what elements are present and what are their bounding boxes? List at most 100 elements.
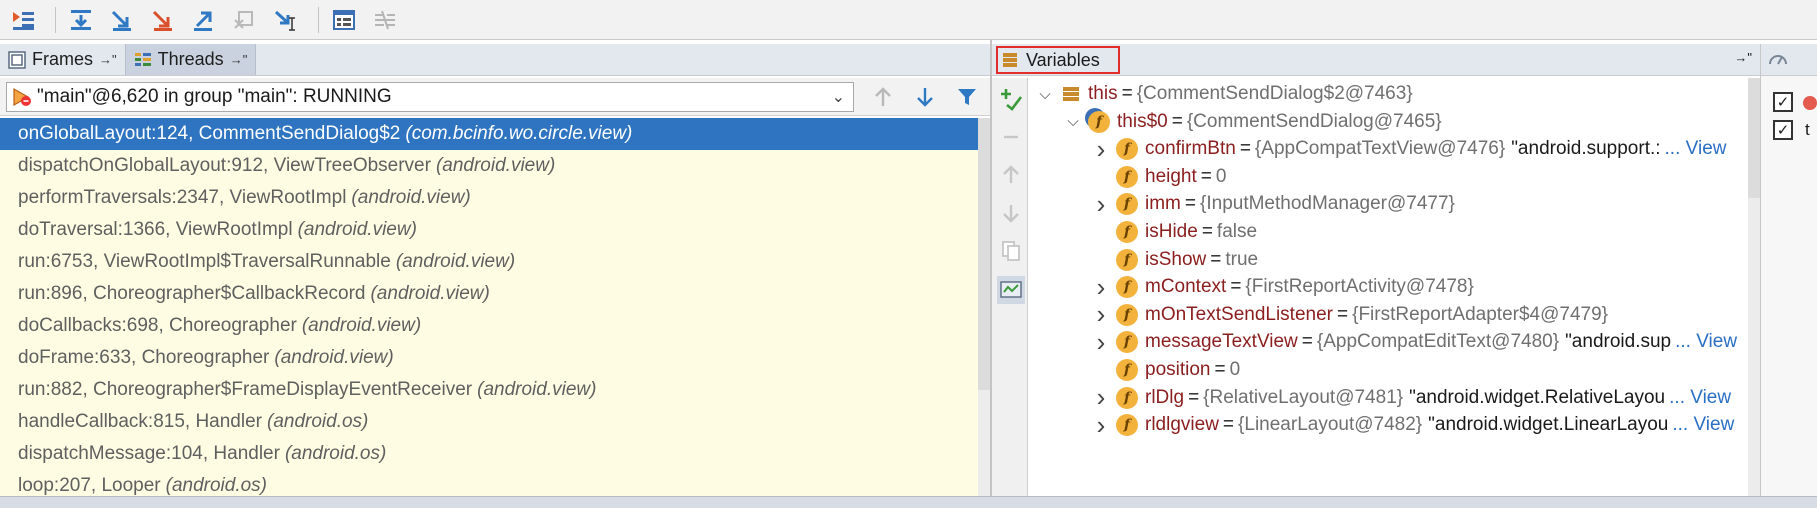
stack-frame-row[interactable]: handleCallback:815, Handler (android.os) xyxy=(0,406,978,438)
variable-value: {CommentSendDialog$2@7463} xyxy=(1136,83,1413,104)
chevron-right-icon[interactable]: › xyxy=(1090,410,1112,441)
variable-equals: = xyxy=(1121,83,1133,104)
tab-frames-pin[interactable]: →" xyxy=(99,52,117,67)
stack-frame-row[interactable]: doFrame:633, Choreographer (android.view) xyxy=(0,342,978,374)
copy-icon[interactable] xyxy=(998,238,1024,264)
thread-selector[interactable]: "main"@6,620 in group "main": RUNNING ⌄ xyxy=(6,82,854,112)
variable-string: "android.widget.RelativeLayou xyxy=(1409,386,1666,408)
field-icon: f xyxy=(1116,193,1138,216)
variable-value: 0 xyxy=(1215,165,1227,187)
gauge-icon[interactable] xyxy=(1767,49,1789,71)
variable-equals: = xyxy=(1188,386,1200,408)
variable-value: {InputMethodManager@7477} xyxy=(1200,193,1455,215)
variable-equals: = xyxy=(1239,138,1251,160)
stack-frame-row[interactable]: run:896, Choreographer$CallbackRecord (an… xyxy=(0,278,978,310)
stack-frame-method: doTraversal:1366, ViewRootImpl xyxy=(18,219,293,240)
breakpoint-checkbox[interactable]: ✓ xyxy=(1773,92,1793,112)
variable-value: 0 xyxy=(1229,359,1241,380)
tab-variables-pin[interactable]: →" xyxy=(1734,50,1752,65)
variable-value: false xyxy=(1216,221,1258,242)
step-into-icon[interactable] xyxy=(105,5,139,35)
stack-frame-method: run:6753, ViewRootImpl$TraversalRunnable xyxy=(18,251,391,272)
frame-navigation-buttons xyxy=(868,82,982,112)
stack-frame-package: (android.os) xyxy=(267,411,369,432)
drop-frame-icon[interactable] xyxy=(228,5,262,35)
show-execution-point-icon[interactable] xyxy=(6,5,40,35)
frames-scrollbar-thumb[interactable] xyxy=(978,118,990,390)
variable-value: {AppCompatTextView@7476} xyxy=(1254,138,1506,160)
breakpoint-checkbox[interactable]: ✓ xyxy=(1773,120,1793,140)
stack-frame-row[interactable]: loop:207, Looper (android.os) xyxy=(0,470,978,496)
tab-threads-label: Threads xyxy=(157,49,224,69)
variable-value: {AppCompatEditText@7480} xyxy=(1316,331,1560,353)
field-icon: f xyxy=(1116,359,1138,381)
watches-header xyxy=(1761,44,1817,76)
stack-frame-row[interactable]: run:6753, ViewRootImpl$TraversalRunnable… xyxy=(0,246,978,278)
tab-variables[interactable]: Variables xyxy=(996,46,1120,74)
stack-frame-method: dispatchOnGlobalLayout:912, ViewTreeObse… xyxy=(18,155,431,176)
stack-frame-row[interactable]: doTraversal:1366, ViewRootImpl (android.v… xyxy=(0,214,978,246)
filter-icon[interactable] xyxy=(952,82,982,112)
tab-frames[interactable]: Frames →" xyxy=(0,44,126,75)
variable-name: isHide xyxy=(1145,221,1198,242)
view-link[interactable]: ... View xyxy=(1669,387,1731,409)
run-to-cursor-icon[interactable] xyxy=(269,5,303,35)
variables-scrollbar[interactable] xyxy=(1748,78,1760,496)
move-up-icon[interactable] xyxy=(998,162,1024,188)
view-link[interactable]: ... View xyxy=(1665,138,1727,160)
stack-frame-row[interactable]: dispatchMessage:104, Handler (android.os) xyxy=(0,438,978,470)
field-icon: f xyxy=(1116,221,1138,243)
move-down-icon[interactable] xyxy=(998,200,1024,226)
breakpoint-label: t xyxy=(1805,120,1810,139)
variable-equals: = xyxy=(1184,193,1196,215)
variable-name: mContext xyxy=(1145,276,1227,298)
stack-frame-row[interactable]: doCallbacks:698, Choreographer (android.v… xyxy=(0,310,978,342)
step-out-icon[interactable] xyxy=(187,5,221,35)
next-frame-icon[interactable] xyxy=(910,82,940,112)
force-step-into-icon[interactable] xyxy=(146,5,180,35)
new-watch-icon[interactable] xyxy=(998,86,1024,112)
stack-frame-package: (android.view) xyxy=(351,187,471,208)
stack-frame-row[interactable]: dispatchOnGlobalLayout:912, ViewTreeObse… xyxy=(0,150,978,182)
stack-frame-package: (android.view) xyxy=(301,315,422,336)
stack-frame-row[interactable]: run:882, Choreographer$FrameDisplayEvent… xyxy=(0,374,978,406)
variables-scrollbar-thumb[interactable] xyxy=(1748,78,1760,198)
previous-frame-icon[interactable] xyxy=(868,82,898,112)
variable-equals: = xyxy=(1301,331,1313,353)
remove-watch-icon[interactable] xyxy=(998,124,1024,150)
debugger-toolbar xyxy=(0,0,1817,40)
variable-value: true xyxy=(1225,248,1259,270)
step-over-icon[interactable] xyxy=(64,5,98,35)
chevron-down-icon[interactable]: ⌵ xyxy=(1062,113,1084,130)
tab-threads-pin[interactable]: →" xyxy=(230,52,248,67)
watches-strip: ✓ ✓ t xyxy=(1760,44,1817,496)
chevron-down-icon[interactable]: ⌄ xyxy=(832,87,845,107)
stack-frame-package: (android.os) xyxy=(165,475,268,496)
variable-row[interactable]: › f rldlgview = {LinearLayout@7482} "android.… xyxy=(1090,409,1735,441)
variables-icon xyxy=(1003,53,1017,67)
bottom-status-bar xyxy=(0,496,1817,508)
variable-equals: = xyxy=(1200,165,1212,187)
field-icon: f xyxy=(1116,248,1138,271)
frames-scrollbar[interactable] xyxy=(978,118,990,496)
variable-value: {CommentSendDialog@7465} xyxy=(1186,110,1442,132)
chevron-down-icon[interactable]: ⌵ xyxy=(1034,86,1056,103)
view-link[interactable]: ... View xyxy=(1672,414,1734,436)
evaluate-expression-icon[interactable] xyxy=(327,5,361,35)
variables-tabbar: Variables →" xyxy=(992,44,1760,76)
stack-frame-method: performTraversals:2347, ViewRootImpl xyxy=(18,187,347,208)
thread-selector-value: "main"@6,620 in group "main": RUNNING xyxy=(37,86,392,107)
field-icon: f xyxy=(1116,414,1138,437)
tab-threads[interactable]: Threads →" xyxy=(125,44,257,75)
trace-icon[interactable] xyxy=(368,5,402,35)
stack-frame-row[interactable]: onGlobalLayout:124, CommentSendDialog$2(… xyxy=(0,118,978,150)
view-link[interactable]: ... View xyxy=(1675,331,1737,353)
stack-frame-row[interactable]: performTraversals:2347, ViewRootImpl (and… xyxy=(0,182,978,214)
field-icon: f xyxy=(1116,303,1138,326)
variable-value: {RelativeLayout@7481} xyxy=(1203,386,1404,408)
stack-frame-method: doFrame:633, Choreographer xyxy=(18,347,270,368)
show-watches-icon[interactable] xyxy=(997,276,1025,304)
threads-icon xyxy=(134,52,151,66)
variable-equals: = xyxy=(1201,221,1213,242)
thread-running-icon xyxy=(13,87,31,107)
